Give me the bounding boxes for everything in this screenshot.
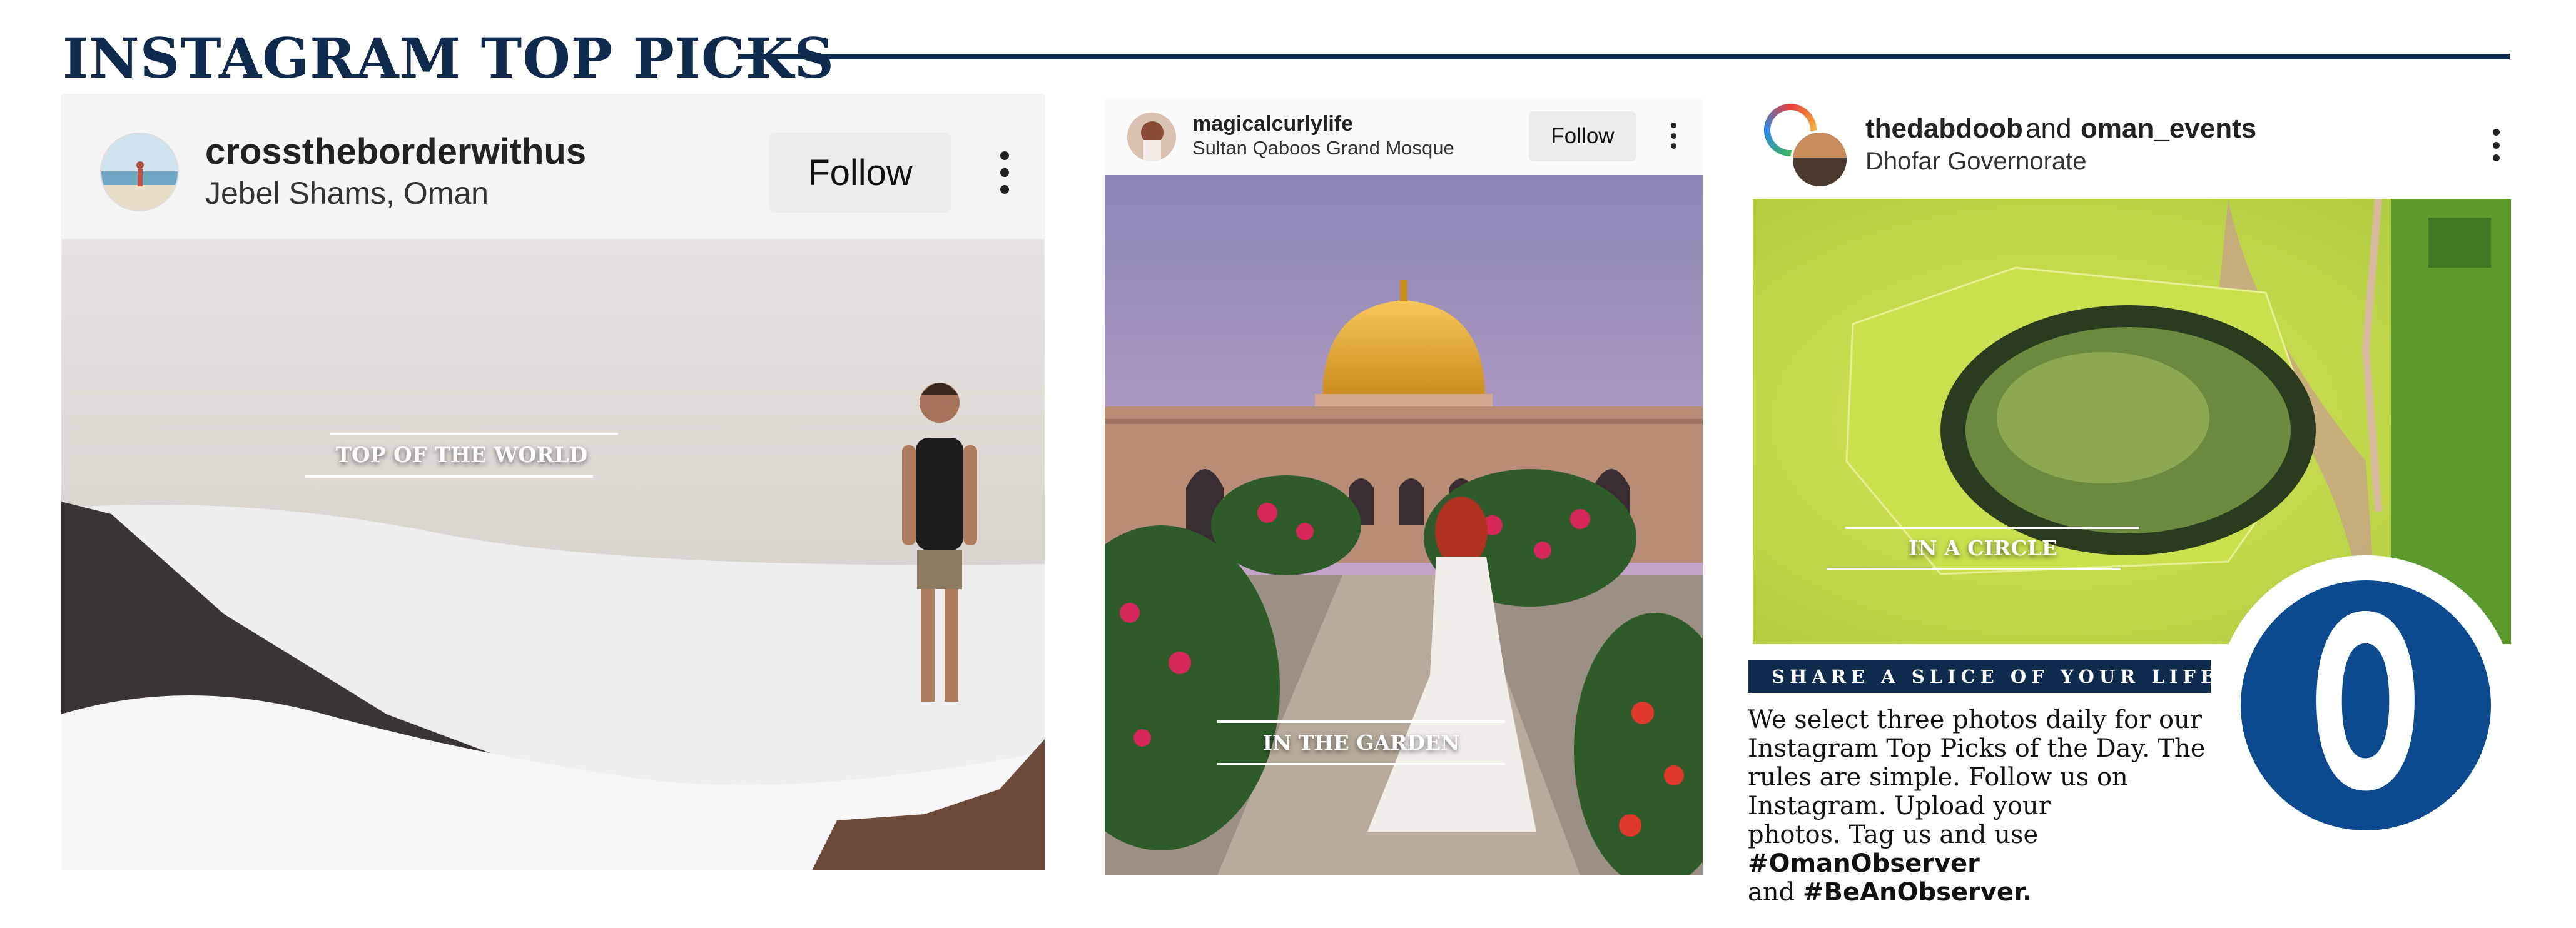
body-line: Instagram Top Picks of the Day. The bbox=[1748, 734, 2206, 763]
post-3-caption: IN A CIRCLE bbox=[1827, 527, 2139, 570]
body-line: Instagram. Upload your bbox=[1748, 792, 2051, 820]
post-1-photo[interactable] bbox=[61, 239, 1045, 870]
body-line: We select three photos daily for our bbox=[1748, 705, 2202, 734]
post-3-username-1[interactable]: thedabdoob bbox=[1865, 113, 2023, 145]
post-3-location[interactable]: Dhofar Governorate bbox=[1865, 146, 2087, 176]
body-line: photos. Tag us and use #OmanObserver bbox=[1748, 820, 2248, 878]
hashtag-be-an-observer[interactable]: #BeAnObserver. bbox=[1803, 878, 2032, 907]
post-3-caption-text: IN A CIRCLE bbox=[1909, 536, 2057, 560]
post-2: magicalcurlylife Sultan Qaboos Grand Mos… bbox=[1105, 98, 1703, 875]
page-title: INSTAGRAM TOP PICKS bbox=[63, 26, 835, 91]
post-1-follow-button[interactable]: Follow bbox=[769, 133, 951, 213]
oman-observer-logo: O bbox=[2216, 555, 2516, 855]
kebab-menu-icon[interactable] bbox=[2492, 129, 2500, 161]
caption-rule bbox=[1217, 763, 1505, 765]
caption-rule bbox=[1827, 568, 2121, 570]
share-heading: SHARE A SLICE OF YOUR LIFE bbox=[1772, 666, 2219, 687]
post-2-caption-text: IN THE GARDEN bbox=[1262, 730, 1460, 755]
kebab-menu-icon[interactable] bbox=[1670, 123, 1676, 149]
post-2-location[interactable]: Sultan Qaboos Grand Mosque bbox=[1192, 136, 1454, 160]
sidebar-body: We select three photos daily for our Ins… bbox=[1748, 705, 2248, 907]
post-1: crosstheborderwithus Jebel Shams, Oman F… bbox=[61, 94, 1045, 870]
kebab-menu-icon[interactable] bbox=[1000, 151, 1010, 194]
post-1-avatar[interactable] bbox=[100, 133, 179, 211]
post-3-username-2[interactable]: oman_events bbox=[2081, 113, 2256, 145]
logo-letter: O bbox=[2310, 567, 2421, 844]
post-2-username[interactable]: magicalcurlylife bbox=[1192, 111, 1353, 136]
logo-blue-disc: O bbox=[2241, 580, 2491, 830]
body-line: and #BeAnObserver. bbox=[1748, 878, 2248, 907]
hashtag-oman-observer[interactable]: #OmanObserver bbox=[1748, 849, 1980, 878]
post-3-and-word: and bbox=[2026, 113, 2072, 144]
body-line-text: photos. Tag us and use bbox=[1748, 820, 2039, 849]
post-2-caption: IN THE GARDEN bbox=[1211, 720, 1511, 765]
post-3-avatar-2[interactable] bbox=[1790, 130, 1849, 189]
post-1-location[interactable]: Jebel Shams, Oman bbox=[205, 175, 489, 211]
post-1-caption-text: TOP OF THE WORLD bbox=[335, 443, 588, 468]
title-rule bbox=[738, 54, 2510, 59]
post-2-follow-button[interactable]: Follow bbox=[1529, 111, 1636, 161]
caption-rule bbox=[305, 475, 593, 478]
body-line: rules are simple. Follow us on bbox=[1748, 763, 2128, 792]
body-line-text: and bbox=[1748, 878, 1803, 907]
post-2-avatar[interactable] bbox=[1127, 113, 1176, 161]
post-2-photo[interactable] bbox=[1105, 175, 1703, 875]
post-1-username[interactable]: crosstheborderwithus bbox=[205, 131, 586, 173]
post-1-caption: TOP OF THE WORLD bbox=[305, 433, 618, 478]
